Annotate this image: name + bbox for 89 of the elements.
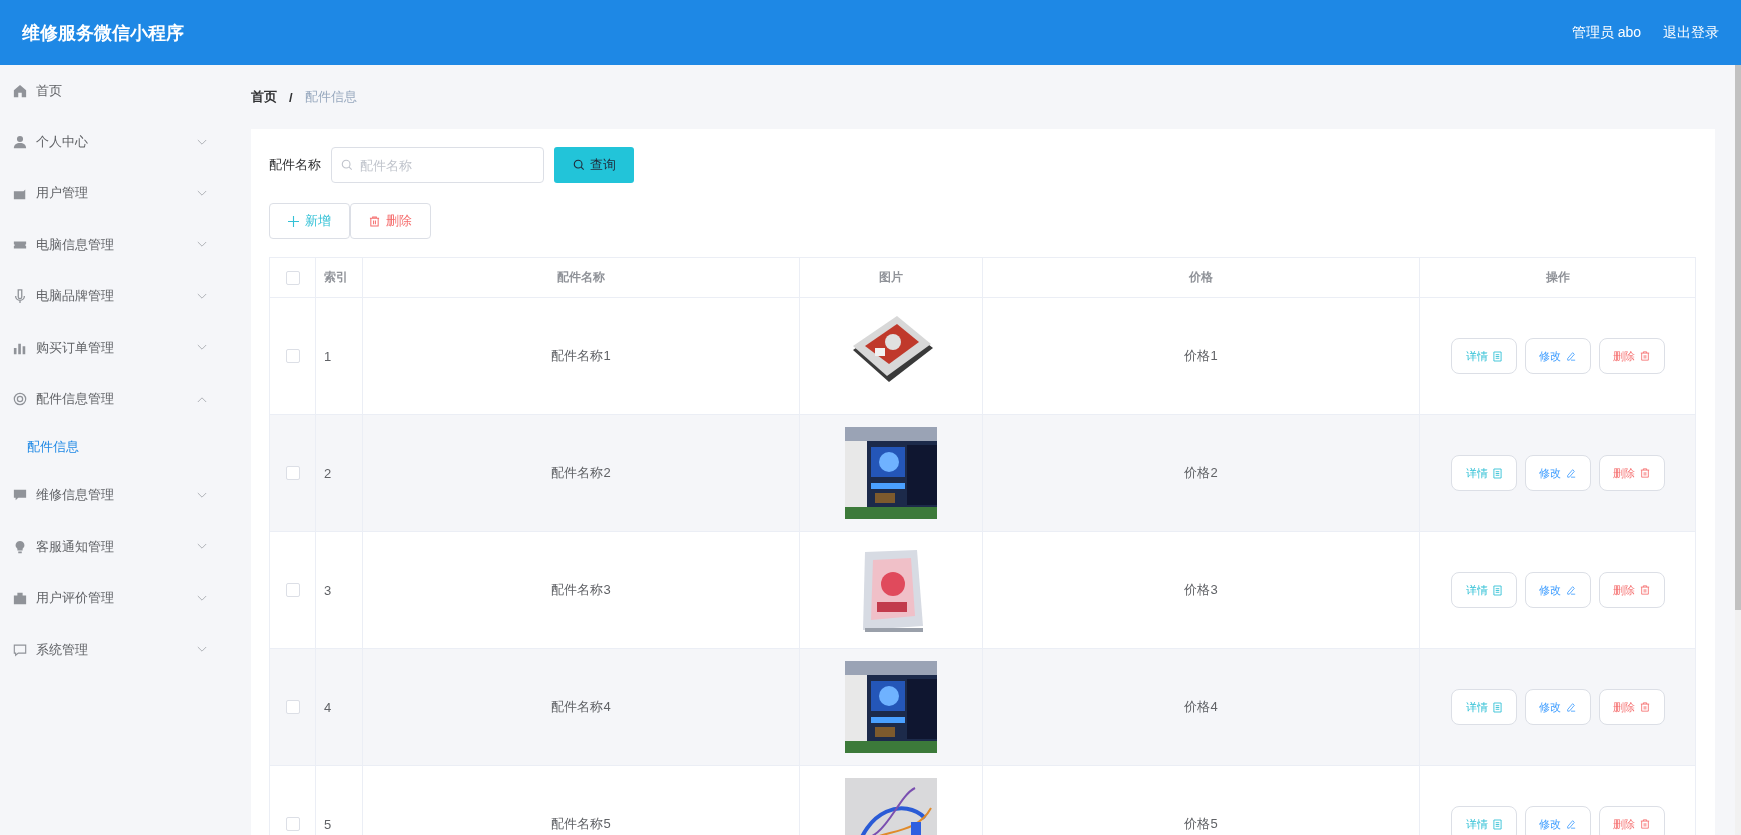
detail-button[interactable]: 详情: [1450, 338, 1517, 374]
select-all-checkbox[interactable]: [285, 270, 300, 285]
menu-item[interactable]: 首页: [0, 65, 235, 117]
remove-button[interactable]: 删除: [1598, 572, 1665, 608]
app-title: 维修服务微信小程序: [22, 21, 184, 45]
column-header: 配件名称: [363, 258, 800, 297]
edit-button[interactable]: 修改: [1524, 806, 1591, 835]
column-header: 价格: [983, 258, 1420, 297]
pencil-icon: [1566, 351, 1576, 361]
briefcase-icon: [13, 591, 27, 606]
remove-button[interactable]: 删除: [1598, 689, 1665, 725]
search-icon: [572, 159, 585, 171]
row-checkbox[interactable]: [285, 583, 300, 597]
user-icon: [13, 135, 27, 150]
edit-button[interactable]: 修改: [1524, 338, 1591, 374]
lifebuoy-icon: [13, 392, 27, 407]
menu-item[interactable]: 用户评价管理: [0, 572, 235, 624]
document-icon: [1492, 467, 1502, 479]
admin-name: 管理员 abo: [1571, 23, 1641, 42]
trash-icon: [1640, 468, 1650, 478]
document-icon: [1492, 584, 1502, 596]
detail-button[interactable]: 详情: [1450, 572, 1517, 608]
message-icon: [13, 642, 27, 657]
menu-item[interactable]: 配件信息管理: [0, 373, 235, 425]
detail-button[interactable]: 详情: [1450, 689, 1517, 725]
row-checkbox[interactable]: [285, 700, 300, 714]
trash-icon: [369, 215, 380, 227]
column-header: 图片: [800, 258, 983, 297]
detail-button[interactable]: 详情: [1450, 455, 1517, 491]
menu-item[interactable]: 用户管理: [0, 167, 235, 220]
home-icon: [13, 83, 27, 98]
table-cell: 1: [316, 298, 363, 414]
edit-button[interactable]: 修改: [1524, 455, 1591, 491]
table-cell: 配件名称3: [363, 532, 800, 648]
breadcrumb-separator: /: [289, 89, 293, 105]
add-button[interactable]: 新增: [269, 203, 350, 239]
document-icon: [1492, 701, 1502, 713]
column-header: 索引: [316, 258, 363, 297]
trash-icon: [1640, 819, 1650, 829]
table-cell: 价格2: [983, 415, 1420, 531]
document-icon: [1492, 350, 1502, 362]
remove-button[interactable]: 删除: [1598, 338, 1665, 374]
table-cell: 配件名称5: [363, 766, 800, 835]
table-cell: 5: [316, 766, 363, 835]
remove-button[interactable]: 删除: [1598, 806, 1665, 835]
submenu-item[interactable]: 配件信息: [0, 424, 235, 470]
column-header: 操作: [1544, 269, 1571, 286]
trash-icon: [1640, 351, 1650, 361]
trash-icon: [1640, 702, 1650, 712]
remove-button[interactable]: 删除: [1598, 455, 1665, 491]
row-checkbox[interactable]: [285, 349, 300, 363]
microphone-icon: [13, 289, 27, 304]
edit-button[interactable]: 修改: [1524, 689, 1591, 725]
breadcrumb-link[interactable]: 首页: [251, 88, 277, 106]
table-cell: 3: [316, 532, 363, 648]
row-checkbox[interactable]: [285, 817, 300, 831]
detail-button[interactable]: 详情: [1450, 806, 1517, 835]
menu-item[interactable]: 购买订单管理: [0, 321, 235, 374]
search-button[interactable]: 查询: [554, 147, 634, 183]
table-cell: 价格1: [983, 298, 1420, 414]
table-cell: 2: [316, 415, 363, 531]
table-cell: 价格4: [983, 649, 1420, 765]
pencil-icon: [1566, 702, 1576, 712]
row-checkbox[interactable]: [285, 466, 300, 480]
menu-item[interactable]: 个人中心: [0, 116, 235, 168]
menu-item[interactable]: 系统管理: [0, 623, 235, 676]
pencil-icon: [1566, 819, 1576, 829]
document-icon: [1492, 818, 1502, 830]
plus-icon: [288, 215, 299, 227]
table-cell: 4: [316, 649, 363, 765]
table-cell: 配件名称2: [363, 415, 800, 531]
pencil-icon: [1566, 468, 1576, 478]
menu-item[interactable]: 维修信息管理: [0, 469, 235, 522]
table-cell: 配件名称4: [363, 649, 800, 765]
table-cell: 价格3: [983, 532, 1420, 648]
menu-item[interactable]: 电脑品牌管理: [0, 270, 235, 322]
menu-item[interactable]: 客服通知管理: [0, 521, 235, 573]
menu-item[interactable]: 电脑信息管理: [0, 219, 235, 271]
table-cell: 配件名称1: [363, 298, 800, 414]
edit-button[interactable]: 修改: [1524, 572, 1591, 608]
trash-icon: [1640, 585, 1650, 595]
pencil-icon: [1566, 585, 1576, 595]
search-field[interactable]: 配件名称: [331, 147, 544, 183]
logout-link[interactable]: 退出登录: [1663, 23, 1719, 42]
table-cell: 价格5: [983, 766, 1420, 835]
delete-button[interactable]: 删除: [350, 203, 431, 239]
breadcrumb-link[interactable]: 配件信息: [304, 88, 357, 106]
bulb-icon: [13, 539, 27, 554]
search-label: 配件名称: [269, 156, 321, 174]
